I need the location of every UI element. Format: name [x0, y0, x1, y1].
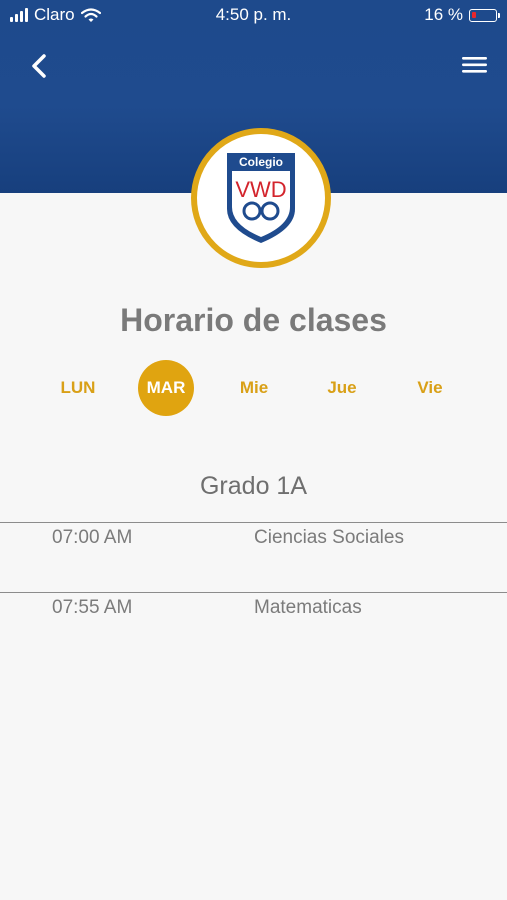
back-button[interactable] — [22, 48, 58, 84]
logo-top-text: Colegio — [239, 155, 283, 169]
battery-percent: 16 % — [424, 5, 463, 24]
grade-heading: Grado 1A — [199, 472, 307, 500]
day-tab-mie[interactable]: Mie — [226, 360, 282, 416]
schedule-row: 07:00 AM Ciencias Sociales — [0, 522, 507, 593]
school-shield-logo: Colegio VWD — [227, 153, 295, 243]
menu-button[interactable] — [459, 50, 489, 80]
class-subject: Ciencias Sociales — [254, 527, 404, 548]
day-tab-jue[interactable]: Jue — [314, 360, 370, 416]
status-right: 16 % — [424, 5, 500, 25]
class-subject: Matematicas — [254, 597, 362, 618]
battery-fill — [472, 11, 476, 18]
day-label: Jue — [327, 378, 357, 397]
class-time: 07:55 AM — [52, 597, 133, 618]
logo-main-text: VWD — [235, 177, 286, 202]
battery-icon — [469, 8, 500, 22]
day-selector: LUN MAR Mie Jue Vie — [0, 360, 507, 416]
day-label: LUN — [60, 378, 96, 397]
day-tab-vie[interactable]: Vie — [402, 360, 458, 416]
page-title: Horario de clases — [120, 302, 387, 338]
schedule-row: 07:55 AM Matematicas — [0, 592, 507, 663]
class-time: 07:00 AM — [52, 527, 133, 548]
school-logo: Colegio VWD — [191, 128, 331, 268]
status-bar: Claro 4:50 p. m. 16 % — [0, 0, 507, 32]
hamburger-menu-icon — [462, 57, 487, 73]
day-tab-mar[interactable]: MAR — [138, 360, 194, 416]
day-tab-lun[interactable]: LUN — [50, 360, 106, 416]
day-label: Vie — [417, 378, 443, 397]
day-label: Mie — [239, 378, 269, 397]
chevron-left-icon — [32, 54, 46, 78]
day-label: MAR — [146, 378, 186, 397]
